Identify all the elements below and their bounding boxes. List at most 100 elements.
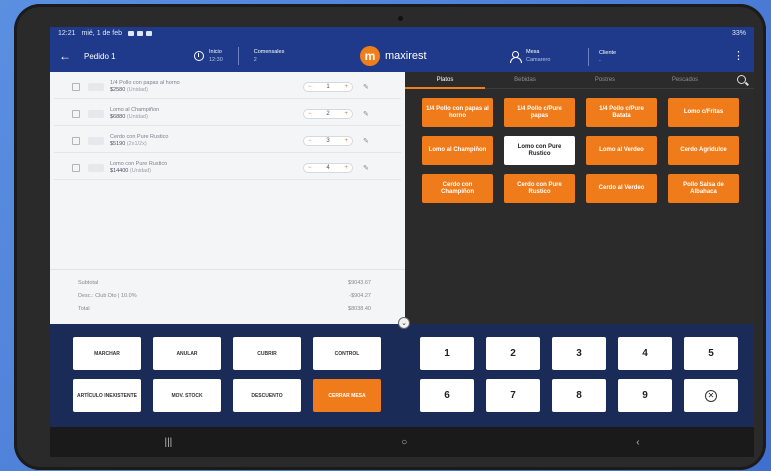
- more-vertical-icon[interactable]: ⋮: [733, 49, 744, 62]
- missing-item-button[interactable]: ARTÍCULO INEXISTENTE: [73, 379, 141, 412]
- item-qty: 1: [326, 84, 330, 90]
- order-totals: Subtotal $9043.67 Desc.: Club Dto | 10.0…: [50, 269, 405, 324]
- backspace-key[interactable]: ✕: [684, 379, 738, 412]
- status-date: mié, 1 de feb: [81, 30, 122, 37]
- tab-platos[interactable]: Platos: [405, 72, 485, 89]
- product-button[interactable]: Lomo c/Fritas: [668, 98, 739, 127]
- item-name: Lomo al Champiñon: [110, 107, 160, 113]
- discount-button[interactable]: DESCUENTO: [233, 379, 301, 412]
- product-button[interactable]: Cerdo Agridulce: [668, 136, 739, 165]
- discount-row: Desc.: Club Dto | 10.0% -$904.27: [78, 289, 371, 302]
- edit-icon[interactable]: ✎: [363, 164, 369, 172]
- brand-name: maxirest: [385, 50, 427, 62]
- item-note: (Unidad): [126, 87, 148, 93]
- item-thumbnail: [88, 83, 104, 91]
- item-note: (Unidad): [126, 114, 148, 120]
- settings-icon: [137, 31, 143, 36]
- order-item[interactable]: Cerdo con Pure Rustico $5190 (2x1/2x) − …: [54, 130, 401, 153]
- action-buttons: MARCHAR ANULAR CUBRIR CONTROL ARTÍCULO I…: [73, 337, 381, 412]
- item-checkbox[interactable]: [72, 83, 80, 91]
- key-9[interactable]: 9: [618, 379, 672, 412]
- discount-value: -$904.27: [349, 292, 371, 299]
- item-note: (Unidad): [129, 168, 151, 174]
- item-price: $6880: [110, 114, 126, 120]
- subtotal-row: Subtotal $9043.67: [78, 276, 371, 289]
- key-6[interactable]: 6: [420, 379, 474, 412]
- table-value: Camarero: [526, 57, 551, 63]
- minus-icon[interactable]: −: [308, 84, 312, 90]
- product-button[interactable]: 1/4 Pollo c/Pure papas: [504, 98, 575, 127]
- product-button[interactable]: Pollo Salsa de Albahaca: [668, 174, 739, 203]
- product-button[interactable]: Cerdo con Champiñon: [422, 174, 493, 203]
- status-bar: 12:21 mié, 1 de feb 33%: [50, 27, 754, 40]
- item-checkbox[interactable]: [72, 137, 80, 145]
- search-icon[interactable]: [737, 75, 746, 84]
- product-button[interactable]: Cerdo con Pure Rustico: [504, 174, 575, 203]
- minus-icon[interactable]: −: [308, 111, 312, 117]
- key-2[interactable]: 2: [486, 337, 540, 370]
- back-icon[interactable]: ‹: [636, 437, 639, 448]
- key-5[interactable]: 5: [684, 337, 738, 370]
- product-button[interactable]: Lomo al Champiñon: [422, 136, 493, 165]
- cubrir-button[interactable]: CUBRIR: [233, 337, 301, 370]
- minus-icon[interactable]: −: [308, 165, 312, 171]
- plus-icon[interactable]: +: [344, 165, 348, 171]
- status-time: 12:21: [58, 30, 76, 37]
- divider: [237, 47, 239, 65]
- edit-icon[interactable]: ✎: [363, 137, 369, 145]
- diners-label: Comensales: [253, 49, 285, 55]
- order-item[interactable]: Lomo con Pure Rustico $14400 (Unidad) − …: [54, 157, 401, 180]
- item-checkbox[interactable]: [72, 110, 80, 118]
- product-button-selected[interactable]: Lomo con Pure Rustico: [504, 136, 575, 165]
- discount-label: Desc.: Club Dto | 10.0%: [78, 292, 137, 299]
- control-button[interactable]: CONTROL: [313, 337, 381, 370]
- chevron-down-icon[interactable]: ⌄: [398, 317, 410, 329]
- tab-pescados[interactable]: Pescados: [645, 72, 725, 89]
- edit-icon[interactable]: ✎: [363, 83, 369, 91]
- key-7[interactable]: 7: [486, 379, 540, 412]
- calendar-icon: [128, 31, 134, 36]
- camera-dot: [398, 16, 403, 21]
- category-tabs: Platos Bebidas Postres Pescados: [405, 72, 754, 89]
- table-info[interactable]: Mesa Camarero: [510, 48, 550, 64]
- plus-icon[interactable]: +: [344, 138, 348, 144]
- quantity-stepper[interactable]: − 2 +: [303, 109, 353, 119]
- order-item[interactable]: 1/4 Pollo con papas al horno $2580 (Unid…: [54, 76, 401, 99]
- product-grid: 1/4 Pollo con papas al horno 1/4 Pollo c…: [405, 89, 754, 203]
- anular-button[interactable]: ANULAR: [153, 337, 221, 370]
- home-icon[interactable]: ○: [401, 437, 407, 448]
- quantity-stepper[interactable]: − 4 +: [303, 163, 353, 173]
- tab-postres[interactable]: Postres: [565, 72, 645, 89]
- marchar-button[interactable]: MARCHAR: [73, 337, 141, 370]
- recents-icon[interactable]: |||: [164, 437, 172, 448]
- product-button[interactable]: Lomo al Verdeo: [586, 136, 657, 165]
- plus-icon[interactable]: +: [344, 84, 348, 90]
- tab-bebidas[interactable]: Bebidas: [485, 72, 565, 89]
- item-checkbox[interactable]: [72, 164, 80, 172]
- stock-movement-button[interactable]: MOV. STOCK: [153, 379, 221, 412]
- key-4[interactable]: 4: [618, 337, 672, 370]
- order-panel: 1/4 Pollo con papas al horno $2580 (Unid…: [50, 72, 410, 329]
- key-8[interactable]: 8: [552, 379, 606, 412]
- client-info[interactable]: Cliente -: [578, 48, 616, 66]
- product-button[interactable]: 1/4 Pollo c/Pure Batata: [586, 98, 657, 127]
- item-name: Cerdo con Pure Rustico: [110, 134, 169, 140]
- product-button[interactable]: 1/4 Pollo con papas al horno: [422, 98, 493, 127]
- clock-icon: [194, 51, 204, 61]
- key-3[interactable]: 3: [552, 337, 606, 370]
- quantity-stepper[interactable]: − 1 +: [303, 82, 353, 92]
- quantity-stepper[interactable]: − 3 +: [303, 136, 353, 146]
- back-arrow-icon[interactable]: ←: [50, 49, 80, 63]
- order-item[interactable]: Lomo al Champiñon $6880 (Unidad) − 2 + ✎: [54, 103, 401, 126]
- item-thumbnail: [88, 164, 104, 172]
- client-label: Cliente: [599, 50, 617, 56]
- subtotal-label: Subtotal: [78, 279, 99, 286]
- timer-info: Inicio 12:30 Comensales 2: [194, 47, 284, 65]
- close-table-button[interactable]: CERRAR MESA: [313, 379, 381, 412]
- product-button[interactable]: Cerdo al Verdeo: [586, 174, 657, 203]
- edit-icon[interactable]: ✎: [363, 110, 369, 118]
- plus-icon[interactable]: +: [344, 111, 348, 117]
- minus-icon[interactable]: −: [308, 138, 312, 144]
- divider: [588, 48, 589, 66]
- key-1[interactable]: 1: [420, 337, 474, 370]
